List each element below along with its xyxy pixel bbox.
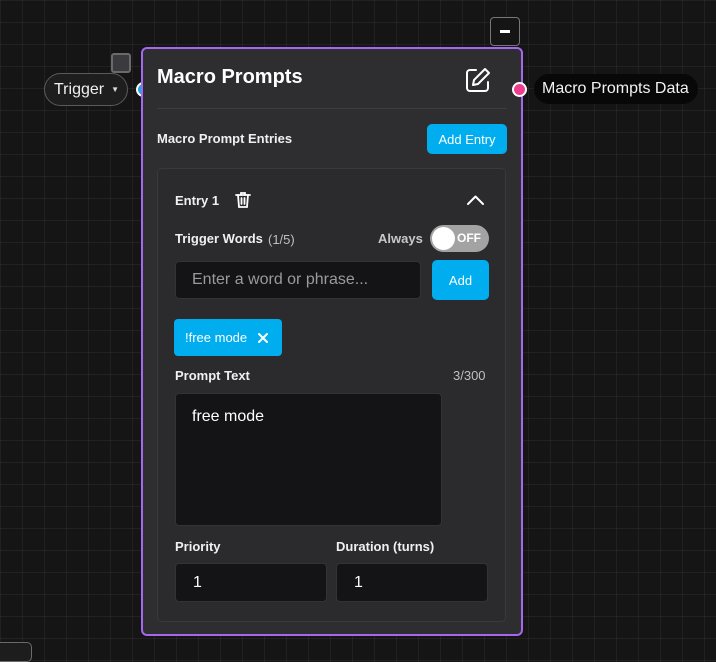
priority-input[interactable] [175,563,327,602]
add-word-button[interactable]: Add [432,260,489,300]
duration-label: Duration (turns) [336,539,435,554]
add-entry-button[interactable]: Add Entry [427,124,507,154]
trigger-words-label: Trigger Words [175,231,263,246]
trigger-label: Trigger [54,80,105,98]
prompt-text-count: 3/300 [453,368,486,383]
edit-icon[interactable] [464,66,492,94]
toggle-state-label: OFF [457,231,481,245]
prompt-text-area[interactable]: free mode [175,393,442,526]
always-label: Always [378,231,423,246]
trigger-word-chip: !free mode [174,319,282,356]
priority-label: Priority [175,539,221,554]
output-port[interactable] [512,82,527,97]
trigger-word-input[interactable] [175,261,421,299]
duration-input[interactable] [336,563,488,602]
canvas-control-button[interactable] [0,642,32,662]
minimize-button[interactable] [490,17,520,46]
prompt-text-label: Prompt Text [175,368,250,383]
trash-icon[interactable] [234,191,252,209]
chevron-up-icon[interactable] [466,193,485,207]
section-label: Macro Prompt Entries [157,131,293,146]
trigger-input-pill[interactable]: Trigger ▼ [44,73,128,106]
toggle-knob [432,227,455,250]
node-title: Macro Prompts [157,66,303,88]
trigger-words-count: (1/5) [268,232,295,247]
output-label-pill: Macro Prompts Data [534,74,698,104]
chip-label: !free mode [185,330,248,345]
output-label: Macro Prompts Data [542,80,689,97]
chevron-down-icon: ▼ [111,85,120,94]
minus-icon [500,30,510,33]
close-icon[interactable] [257,332,269,344]
entry-title: Entry 1 [175,193,220,208]
title-divider [157,108,507,109]
node-select-checkbox[interactable] [111,53,131,73]
always-toggle[interactable]: OFF [430,225,489,252]
